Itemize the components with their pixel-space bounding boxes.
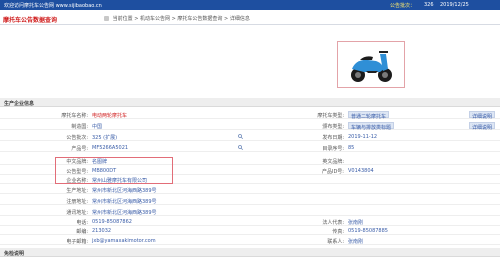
magnifier-icon[interactable] [238, 134, 243, 139]
breadcrumb-item-detail: 详细信息 [229, 16, 250, 22]
address-label: 生产地址: [66, 188, 88, 194]
product-id-label: 产品ID号: [321, 169, 344, 175]
contact-value: 张南刚 [348, 239, 364, 245]
product-name-label: 摩托车名称: [61, 113, 88, 119]
scooter-image [351, 51, 392, 82]
highlight-box [55, 157, 173, 184]
home-icon [104, 16, 109, 21]
magnifier-icon[interactable] [238, 145, 243, 150]
fax-label: 传真: [332, 229, 344, 235]
category-label: 摩托车类型: [317, 113, 344, 119]
breadcrumb-item-current: 当前位置 [112, 16, 133, 22]
detail-button-2[interactable]: 详细说明 [469, 122, 496, 131]
product-id-value: V0143804 [348, 168, 374, 174]
info-type-value: 车辆与排放类标题 [348, 122, 395, 131]
product-no-value[interactable]: MF5266A5021 [92, 145, 128, 151]
detail-button[interactable]: 详细说明 [469, 111, 496, 120]
row-product-name: 摩托车名称: 电动两轮摩托车 摩托车类型: 普通二轮摩托车 详细说明 [0, 110, 500, 120]
row-reg-address: 注册地址: 常州市新北区河海西路389号 [0, 196, 500, 205]
row-batch: 公告批次: 325 (扩展) 发布日期: 2019-11-12 [0, 132, 500, 141]
section-producer-info: 生产企业信息 [0, 98, 500, 107]
batch-label: 公告批次: [66, 135, 88, 141]
breadcrumb-item-query[interactable]: 摩托车公告数据查询 [177, 16, 222, 22]
issue-label: 公告批次： [390, 3, 416, 9]
row-address: 生产地址: 常州市新北区河海西路389号 [0, 185, 500, 194]
breadcrumb-item-site[interactable]: 机动车公告网 [140, 16, 170, 22]
mail-address-value: 常州市新北区河海西路389号 [92, 210, 157, 216]
row-zip: 邮编: 213032 传真: 0519-85087885 [0, 226, 500, 235]
country-value: 中国 [92, 124, 103, 130]
legal-label: 法人代表: [322, 220, 344, 226]
product-name-value: 电动两轮摩托车 [92, 113, 128, 119]
en-brand-label: 英文品牌: [322, 159, 344, 165]
row-country: 制造国: 中国 颁布类型: 车辆与排放类标题 详细说明 [0, 121, 500, 131]
mail-address-label: 通讯地址: [66, 210, 88, 216]
reg-address-label: 注册地址: [66, 199, 88, 205]
page-header: 摩托车公告数据查询 当前位置 > 机动车公告网 > 摩托车公告数据查询 > 详细… [0, 11, 500, 25]
batch-value[interactable]: 325 (扩展) [92, 134, 117, 141]
address-value: 常州市新北区河海西路389号 [92, 188, 157, 194]
welcome-text: 欢迎访问摩托车公告网 www.sijibaobao.cn [4, 3, 102, 9]
country-label: 制造国: [71, 124, 88, 130]
zip-value: 213032 [92, 228, 112, 234]
catalog-value: 85 [348, 145, 355, 151]
fax-value: 0519-85087885 [348, 228, 388, 234]
product-photo[interactable] [337, 41, 405, 88]
email-value[interactable]: jxb@yamaxakimotor.com [92, 238, 156, 244]
product-no-label: 产品号: [71, 146, 88, 152]
zip-label: 邮编: [76, 229, 88, 235]
publish-value: 2019-11-12 [348, 134, 378, 140]
top-info-bar: 欢迎访问摩托车公告网 www.sijibaobao.cn 公告批次： 326 2… [0, 0, 500, 10]
issue-number: 326 [424, 2, 434, 8]
breadcrumb: 当前位置 > 机动车公告网 > 摩托车公告数据查询 > 详细信息 [104, 15, 250, 22]
section-title-2: 免检说明 [4, 251, 25, 257]
tel-label: 电话: [76, 220, 88, 226]
row-email: 电子邮箱: jxb@yamaxakimotor.com 联系人: 张南刚 [0, 236, 500, 245]
reg-address-value: 常州市新北区河海西路389号 [92, 199, 157, 205]
info-type-label: 颁布类型: [322, 124, 344, 130]
category-value: 普通二轮摩托车 [348, 111, 390, 120]
row-product-no: 产品号: MF5266A5021 目录序号: 85 [0, 143, 500, 152]
row-mail-address: 通讯地址: 常州市新北区河海西路389号 [0, 207, 500, 216]
email-label: 电子邮箱: [66, 239, 88, 245]
contact-label: 联系人: [327, 239, 344, 245]
section-title: 生产企业信息 [4, 101, 35, 107]
row-tel: 电话: 0519-85087862 法人代表: 张南刚 [0, 217, 500, 226]
publish-label: 发布日期: [322, 135, 344, 141]
site-title[interactable]: 摩托车公告数据查询 [3, 15, 57, 24]
legal-value: 张南刚 [348, 220, 364, 226]
tel-value: 0519-85087862 [92, 219, 132, 225]
section-exempt-info: 免检说明 [0, 248, 500, 257]
date-text: 2019/12/25 [440, 2, 469, 8]
catalog-label: 目录序号: [322, 146, 344, 152]
